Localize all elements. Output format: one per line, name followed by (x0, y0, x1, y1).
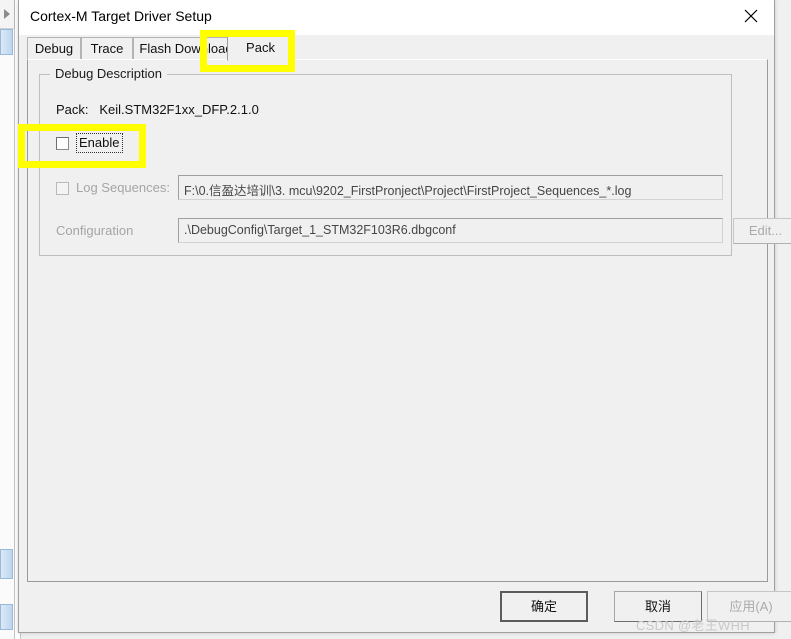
watermark: CSDN @老王WHH (636, 618, 750, 633)
tab-debug-label: Debug (34, 41, 74, 56)
debug-description-groupbox: Debug Description Pack: Keil.STM32F1xx_D… (39, 66, 791, 256)
tab-flash-download[interactable]: Flash Download (133, 37, 239, 60)
enable-checkbox[interactable] (56, 137, 69, 150)
tab-pack-label: Pack (246, 40, 275, 55)
enable-checkbox-label: Enable (76, 133, 124, 153)
background-scrollbar-track[interactable] (0, 29, 15, 639)
dialog-titlebar: Cortex-M Target Driver Setup (19, 0, 774, 35)
tab-pack[interactable]: Pack (227, 34, 294, 61)
configuration-label: Configuration (56, 223, 134, 238)
log-sequences-checkbox[interactable] (56, 182, 69, 195)
pack-label: Pack: (56, 102, 89, 117)
background-scrollbar-thumb[interactable] (0, 604, 13, 630)
scroll-up-arrow-icon[interactable] (0, 0, 15, 29)
tab-trace-label: Trace (90, 41, 124, 56)
pack-value: Keil.STM32F1xx_DFP.2.1.0 (99, 102, 259, 117)
close-icon[interactable] (728, 0, 774, 31)
pack-tab-page: Debug Description Pack: Keil.STM32F1xx_D… (27, 59, 791, 582)
dialog-title: Cortex-M Target Driver Setup (30, 8, 212, 24)
log-sequences-path-field[interactable]: F:\0.信盈达培训\3. mcu\9202_FirstPronject\Pro… (178, 175, 723, 200)
ok-button[interactable]: 确定 (500, 591, 588, 622)
tab-debug[interactable]: Debug (27, 37, 81, 60)
configuration-path-field[interactable]: .\DebugConfig\Target_1_STM32F103R6.dbgco… (178, 218, 723, 243)
tab-trace[interactable]: Trace (81, 37, 133, 60)
debug-description-title: Debug Description (50, 66, 167, 81)
tabstrip: Debug Trace Flash Download Pack (27, 34, 768, 61)
tab-flash-download-label: Flash Download (139, 41, 233, 56)
pack-info-row: Pack: Keil.STM32F1xx_DFP.2.1.0 (56, 102, 259, 117)
target-driver-setup-dialog: Cortex-M Target Driver Setup Debug Trace… (18, 0, 791, 633)
background-scrollbar-thumb[interactable] (0, 549, 13, 579)
background-scrollbar-thumb[interactable] (0, 29, 13, 55)
log-sequences-label: Log Sequences: (76, 180, 170, 195)
edit-button[interactable]: Edit... (733, 218, 791, 244)
